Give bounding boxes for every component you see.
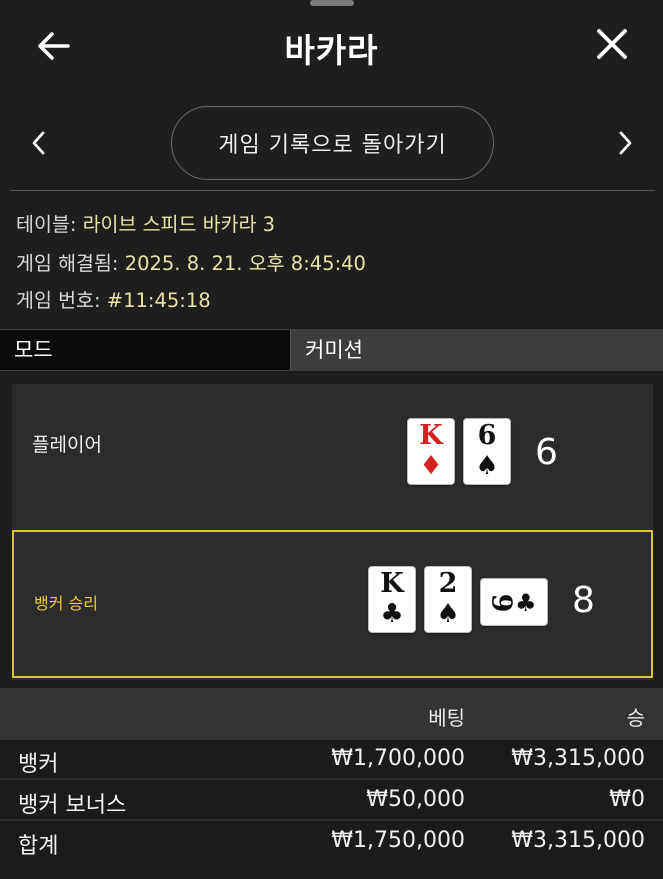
spade-icon: ♠: [436, 599, 460, 629]
win-amount: ₩3,315,000: [511, 746, 645, 771]
table-info: 테이블: 라이브 스피드 바카라 3: [16, 208, 275, 237]
total-label: 합계: [18, 834, 59, 859]
banker-card-3: 9 ♣: [480, 578, 548, 626]
card-rank: 9: [485, 593, 517, 613]
close-icon[interactable]: [592, 24, 632, 64]
win-column-header: 승: [626, 706, 645, 730]
banker-win-label: 뱅커 승리: [34, 594, 98, 613]
bet-amount: ₩50,000: [366, 787, 465, 812]
bet-name: 뱅커: [18, 752, 59, 777]
divider: [10, 190, 655, 191]
card-rank: 6: [477, 420, 497, 451]
banker-total: 8: [572, 580, 595, 621]
card-rank: K: [380, 568, 404, 599]
chevron-right-icon[interactable]: [610, 128, 640, 158]
game-number-value: #11:45:18: [106, 289, 211, 312]
game-result-panel: 플레이어 K ♦ 6 ♠ 6 뱅커 승리 K ♣ 2 ♠ 9 ♣ 8: [12, 384, 653, 680]
win-amount: ₩0: [609, 787, 645, 812]
game-number-info: 게임 번호: #11:45:18: [16, 284, 211, 313]
total-win-amount: ₩3,315,000: [511, 828, 645, 853]
game-number-label: 게임 번호:: [16, 289, 107, 312]
game-navigation: 게임 기록으로 돌아가기: [0, 104, 663, 182]
spade-icon: ♠: [475, 451, 499, 481]
banker-card-1: K ♣: [368, 566, 416, 633]
table-total-row: 합계 ₩1,750,000 ₩3,315,000: [0, 822, 663, 879]
resolved-info: 게임 해결됨: 2025. 8. 21. 오후 8:45:40: [16, 247, 366, 276]
table-row: 뱅커 보너스 ₩50,000 ₩0: [0, 781, 663, 821]
page-title: 바카라: [284, 31, 379, 70]
table-row: 뱅커 ₩1,700,000 ₩3,315,000: [0, 740, 663, 780]
player-label: 플레이어: [32, 434, 102, 456]
player-row: 플레이어 K ♦ 6 ♠ 6: [12, 384, 653, 528]
player-total: 6: [535, 432, 558, 473]
banker-card-2: 2 ♠: [424, 566, 472, 633]
mode-cell: 모드: [0, 330, 290, 370]
card-rank: K: [419, 420, 443, 451]
chevron-left-icon[interactable]: [24, 128, 54, 158]
player-card-1: K ♦: [407, 418, 455, 485]
back-to-history-button[interactable]: 게임 기록으로 돌아가기: [171, 106, 494, 180]
diamond-icon: ♦: [419, 451, 443, 481]
commission-cell: 커미션: [290, 330, 663, 370]
table-value: 라이브 스피드 바카라 3: [82, 213, 276, 236]
table-label: 테이블:: [16, 213, 83, 236]
total-bet-amount: ₩1,750,000: [331, 828, 465, 853]
player-card-2: 6 ♠: [463, 418, 511, 485]
card-rank: 2: [438, 568, 458, 599]
bets-table-header: 베팅 승: [0, 688, 663, 740]
bet-name: 뱅커 보너스: [18, 793, 127, 818]
resolved-value: 2025. 8. 21. 오후 8:45:40: [124, 252, 366, 275]
resolved-label: 게임 해결됨:: [16, 252, 125, 275]
header: 바카라: [0, 0, 663, 92]
club-icon: ♣: [515, 589, 537, 617]
bet-amount: ₩1,700,000: [331, 746, 465, 771]
club-icon: ♣: [380, 599, 404, 629]
mode-bar: 모드 커미션: [0, 329, 663, 371]
banker-row: 뱅커 승리 K ♣ 2 ♠ 9 ♣ 8: [12, 530, 653, 678]
bet-column-header: 베팅: [428, 706, 465, 730]
